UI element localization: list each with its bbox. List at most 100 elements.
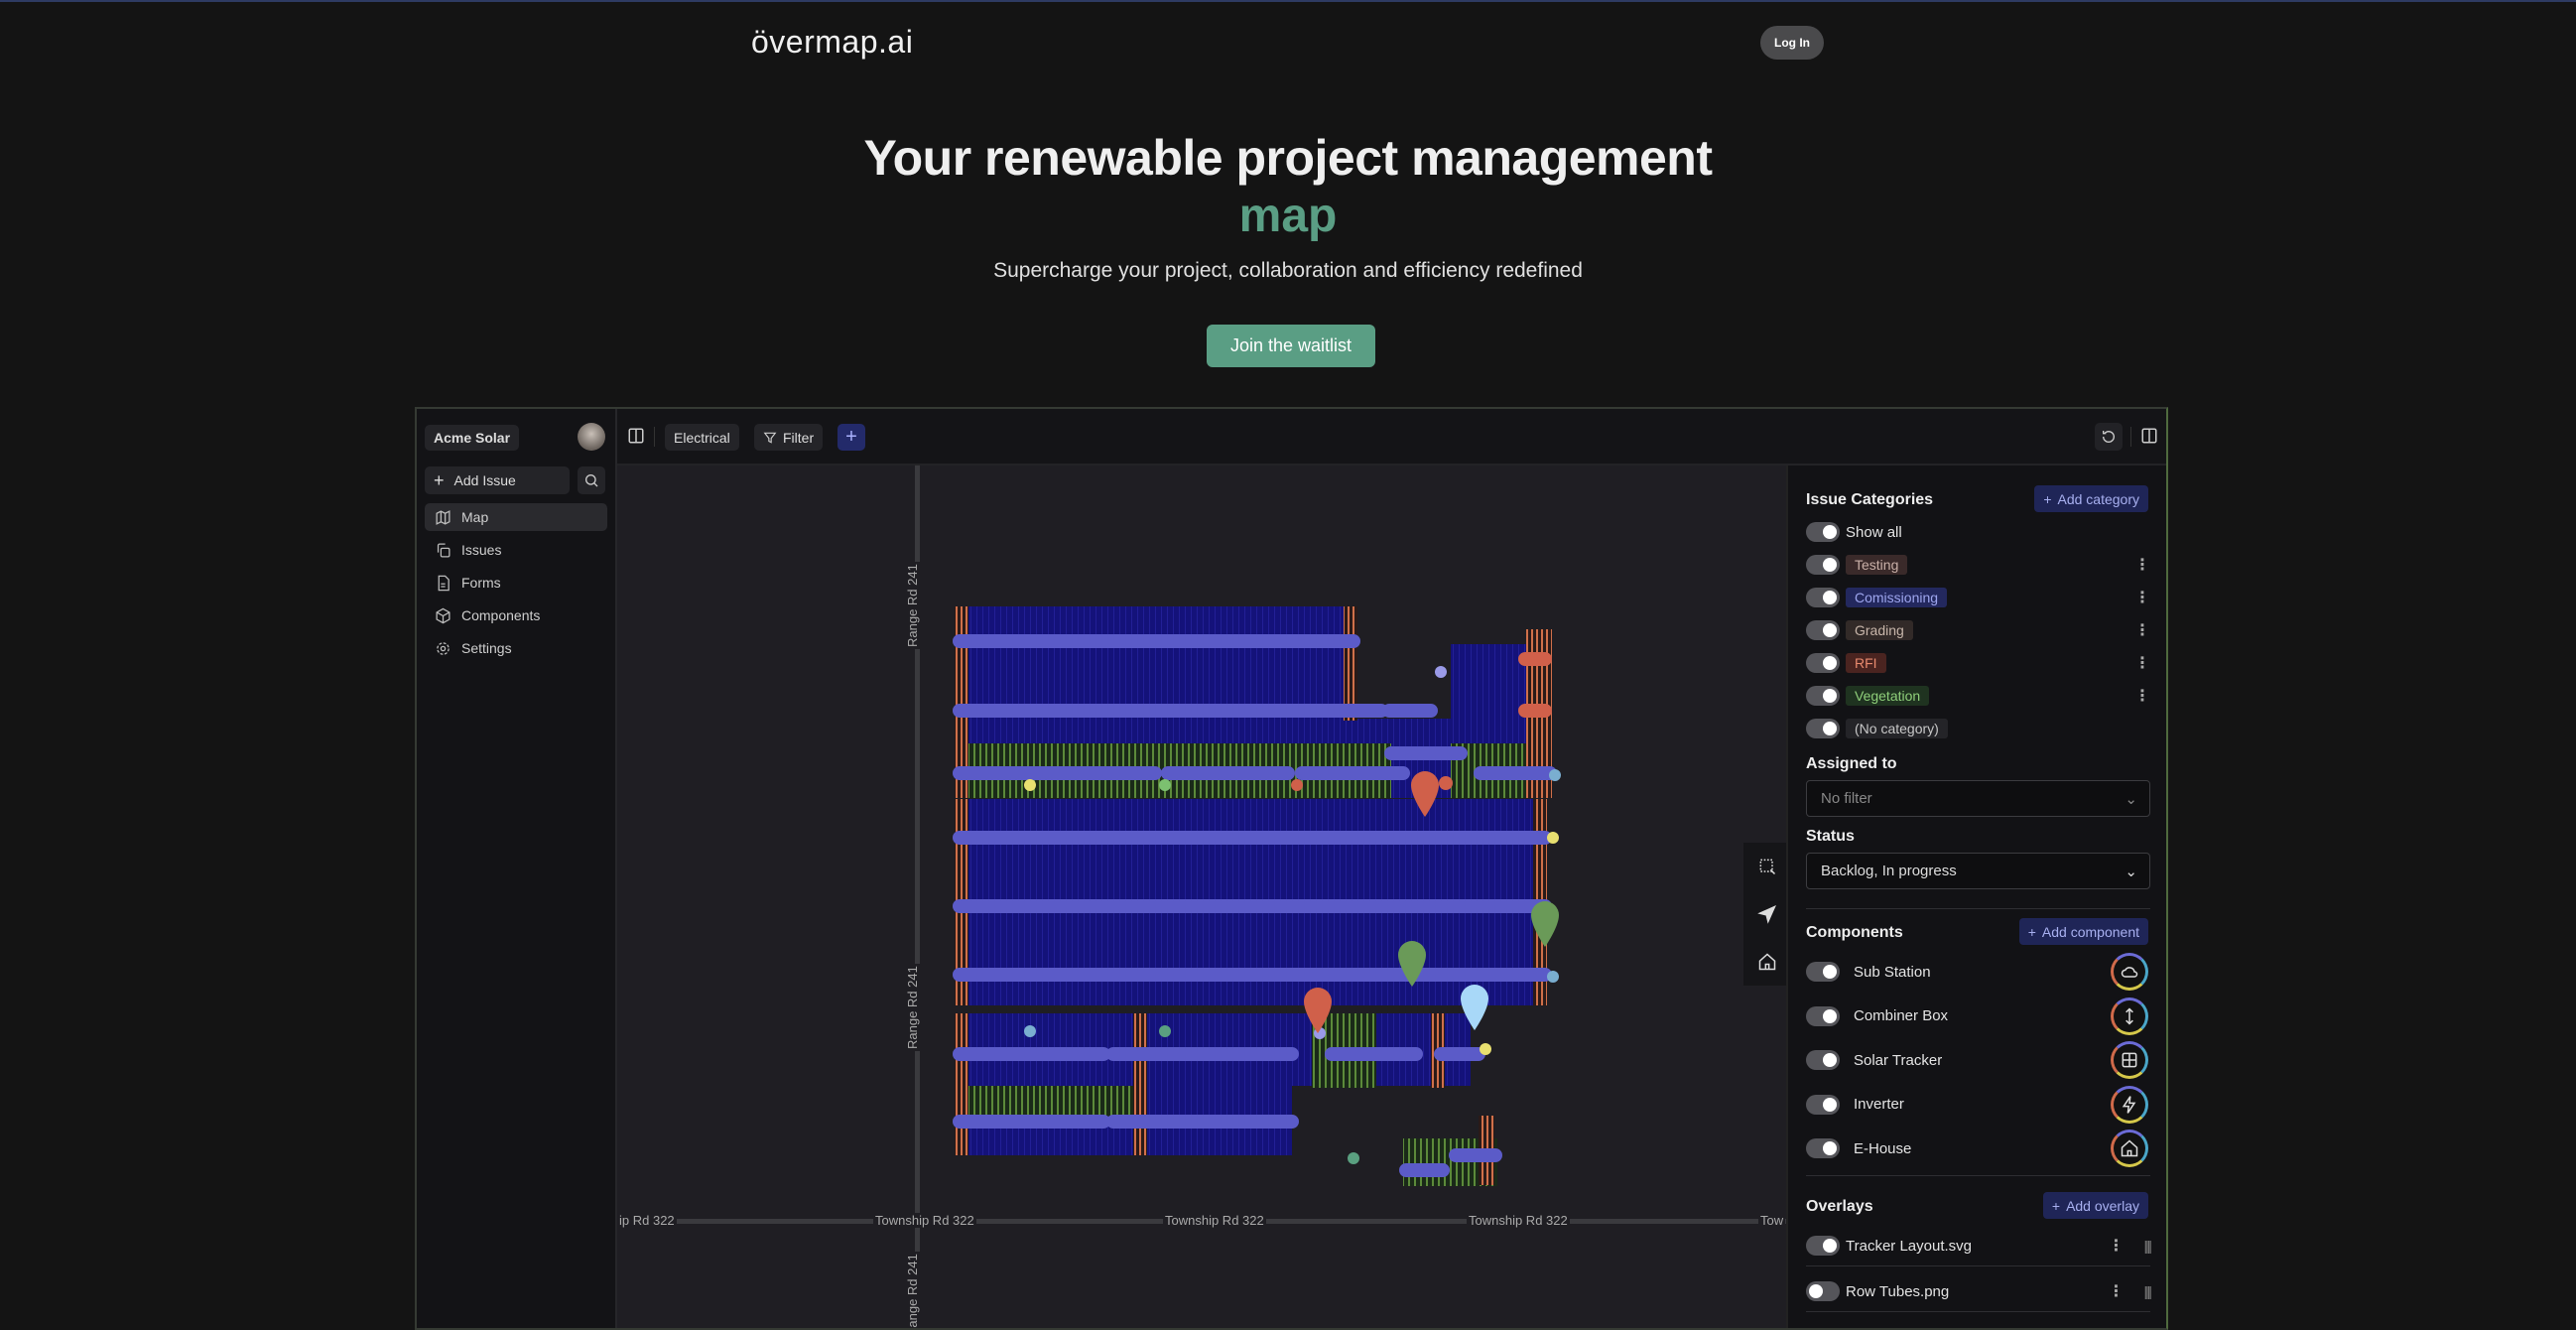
more-options-icon[interactable]: ⋮ [2134,686,2150,706]
layer-electrical-button[interactable]: Electrical [665,424,739,451]
toggle[interactable] [1806,588,1840,607]
toggle[interactable] [1806,1095,1840,1115]
assigned-to-title: Assigned to [1806,755,1897,773]
category-row[interactable]: RFI⋮ [1806,653,2150,673]
road-label-range: Range Rd 241 [905,964,920,1051]
no-category-toggle[interactable]: (No category) [1806,719,1948,738]
road-label-township: Township Rd 322 [1163,1213,1266,1228]
assigned-to-select[interactable]: No filter⌄ [1806,780,2150,817]
sidebar-item-forms[interactable]: Forms [425,569,607,597]
category-row[interactable]: Vegetation⋮ [1806,686,2150,706]
road-label-range: Range Rd 241 [905,1252,920,1330]
toggle[interactable] [1806,1236,1840,1256]
more-options-icon[interactable]: ⋮ [2134,555,2150,575]
map-toolbar: Electrical Filter + [617,409,2168,466]
plus-icon: + [845,426,857,449]
component-row[interactable]: Inverter [1806,1095,1904,1115]
component-row[interactable]: Solar Tracker [1806,1050,1942,1070]
toggle[interactable] [1806,555,1840,575]
logo[interactable]: övermap.ai [751,24,913,61]
toggle[interactable] [1806,522,1840,542]
box-select-tool[interactable] [1743,843,1791,890]
plus-icon: + [2028,924,2036,940]
add-component-button[interactable]: +Add component [2019,918,2148,945]
sidebar-item-settings[interactable]: Settings [425,634,607,662]
reset-button[interactable] [2095,423,2123,451]
more-options-icon[interactable]: ⋮ [2108,1236,2124,1256]
toggle[interactable] [1806,620,1840,640]
refresh-icon [2101,429,2117,445]
road-label-range: Range Rd 241 [905,562,920,649]
app-preview: Acme Solar +Add Issue Map Issues Forms C… [415,407,2168,1330]
component-row[interactable]: Sub Station [1806,962,1931,982]
solar-blocks [955,606,1552,1186]
subtitle: Supercharge your project, collaboration … [0,259,2576,283]
more-options-icon[interactable]: ⋮ [2134,653,2150,673]
divider [2130,427,2131,447]
category-row[interactable]: Grading⋮ [1806,620,2150,640]
sidebar-item-issues[interactable]: Issues [425,536,607,564]
house-icon [1757,952,1777,972]
sidebar-item-map[interactable]: Map [425,503,607,531]
filter-button[interactable]: Filter [754,424,823,451]
category-row[interactable]: Testing⋮ [1806,555,2150,575]
add-issue-button[interactable]: +Add Issue [425,466,570,494]
component-icon-button[interactable] [2111,998,2148,1035]
home-tool[interactable] [1743,938,1791,986]
panel-toggle-icon[interactable] [627,427,645,445]
toggle[interactable] [1806,1050,1840,1070]
toggle[interactable] [1806,719,1840,738]
more-options-icon[interactable]: ⋮ [2134,620,2150,640]
map-canvas[interactable]: Range Rd 241 Range Rd 241 Range Rd 241 i… [617,466,1786,1330]
component-icon-button[interactable] [2111,1086,2148,1124]
overlays-title: Overlays [1806,1198,1873,1216]
divider [1806,1175,2150,1176]
right-panel-toggle-icon[interactable] [2140,427,2158,445]
drag-handle-icon[interactable]: |||| [2143,1283,2150,1299]
avatar[interactable] [578,423,605,451]
toggle[interactable] [1806,653,1840,673]
toggle[interactable] [1806,1281,1840,1301]
house-icon [2120,1138,2139,1158]
add-overlay-button[interactable]: +Add overlay [2043,1192,2148,1219]
more-options-icon[interactable]: ⋮ [2108,1281,2124,1301]
filter-panel: Issue Categories +Add category Show all … [1786,466,2168,1330]
component-row[interactable]: E-House [1806,1138,1911,1158]
bolt-icon [2120,1095,2139,1115]
copy-icon [435,542,451,559]
toggle[interactable] [1806,1006,1840,1026]
sidebar-item-components[interactable]: Components [425,601,607,629]
box-icon [435,607,451,624]
join-waitlist-button[interactable]: Join the waitlist [1207,325,1375,367]
overlay-row[interactable]: Tracker Layout.svg⋮|||| [1806,1236,2150,1256]
grid-icon [2120,1050,2139,1070]
add-category-button[interactable]: +Add category [2034,485,2148,512]
map-icon [435,509,451,526]
sidebar: Acme Solar +Add Issue Map Issues Forms C… [417,409,617,1330]
locate-tool[interactable] [1743,890,1791,938]
cloud-icon [2120,962,2139,982]
login-button[interactable]: Log In [1760,26,1824,60]
component-icon-button[interactable] [2111,1041,2148,1079]
more-options-icon[interactable]: ⋮ [2134,588,2150,607]
component-row[interactable]: Combiner Box [1806,1006,1948,1026]
navigation-arrow-icon [1757,904,1777,924]
issue-categories-title: Issue Categories [1806,491,1933,509]
component-icon-button[interactable] [2111,1130,2148,1167]
add-layer-button[interactable]: + [837,424,865,451]
org-name[interactable]: Acme Solar [425,425,519,451]
toggle[interactable] [1806,686,1840,706]
toggle[interactable] [1806,962,1840,982]
status-select[interactable]: Backlog, In progress⌄ [1806,853,2150,889]
drag-handle-icon[interactable]: |||| [2143,1238,2150,1254]
toggle[interactable] [1806,1138,1840,1158]
category-row[interactable]: Comissioning⋮ [1806,588,2150,607]
search-button[interactable] [578,466,605,494]
headline: Your renewable project management [0,129,2576,187]
overlay-row[interactable]: Row Tubes.png⋮|||| [1806,1281,2150,1301]
select-area-icon [1757,857,1777,876]
chevron-down-icon: ⌄ [2125,790,2137,808]
component-icon-button[interactable] [2111,953,2148,991]
road-label-township: ip Rd 322 [617,1213,677,1228]
show-all-toggle[interactable]: Show all [1806,522,1902,542]
